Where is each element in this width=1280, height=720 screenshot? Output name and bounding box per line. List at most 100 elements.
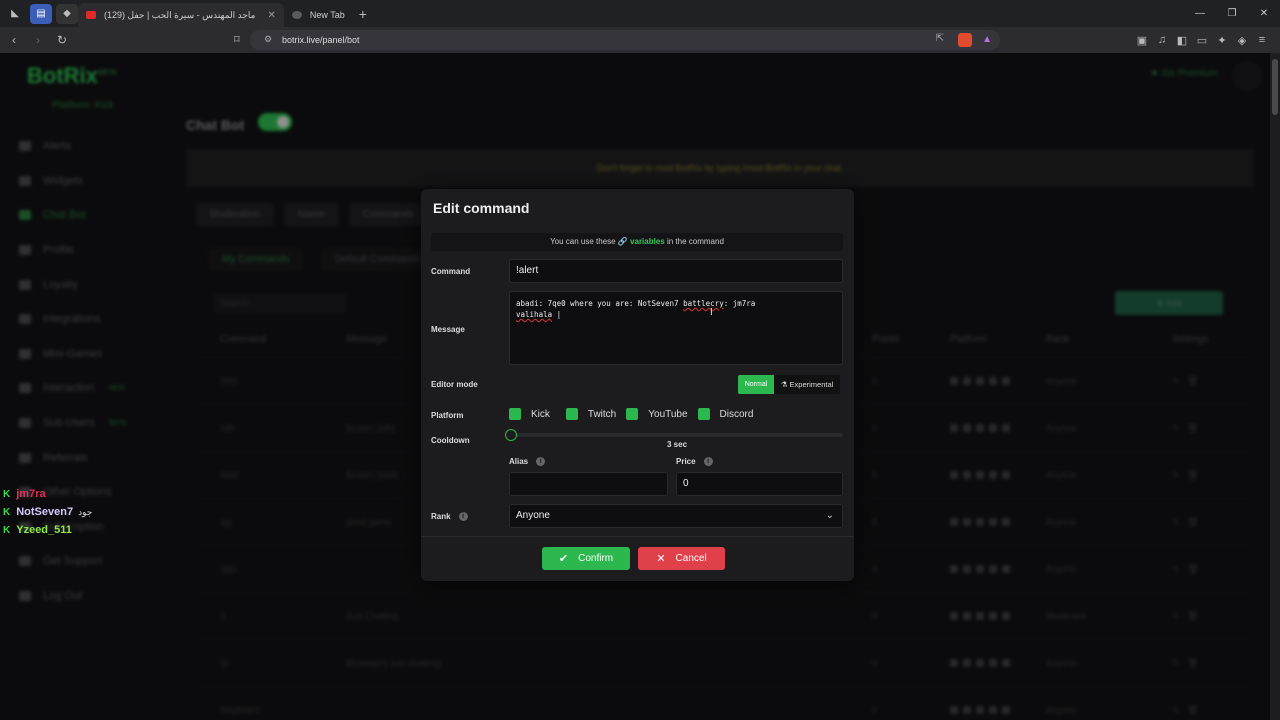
cooldown-slider[interactable] bbox=[505, 429, 843, 441]
alias-label-text: Alias bbox=[509, 457, 529, 466]
cancel-label: Cancel bbox=[675, 553, 707, 564]
browser-menu-icon[interactable]: ◣ bbox=[4, 4, 26, 24]
vpn-icon[interactable]: ▣ bbox=[1132, 34, 1152, 47]
info-icon[interactable]: i bbox=[458, 512, 468, 522]
variables-link-label: variables bbox=[630, 237, 665, 246]
shield-icon bbox=[291, 11, 302, 19]
checkbox[interactable] bbox=[565, 408, 578, 420]
platform-label-kick: Kick bbox=[531, 408, 550, 420]
variables-link[interactable]: 🔗 variables bbox=[618, 237, 665, 246]
check-icon: ✔ bbox=[558, 553, 569, 565]
chat-line: K NotSeven7 جود bbox=[3, 503, 92, 521]
slider-knob[interactable] bbox=[505, 429, 517, 441]
platform-label-discord: Discord bbox=[719, 408, 754, 420]
menu-icon[interactable]: ≡ bbox=[1252, 34, 1272, 46]
info-icon[interactable]: i bbox=[703, 457, 713, 467]
scrollbar-thumb[interactable] bbox=[1272, 59, 1278, 115]
rank-selected-value: Anyone bbox=[516, 510, 550, 521]
forward-icon[interactable]: › bbox=[28, 33, 48, 47]
confirm-label: Confirm bbox=[578, 553, 614, 564]
chat-message: جود bbox=[78, 506, 93, 517]
kick-icon: K bbox=[3, 488, 11, 500]
command-label: Command bbox=[431, 267, 471, 276]
chat-line: Kjm7ra bbox=[3, 485, 92, 503]
close-tab-icon[interactable]: ✕ bbox=[267, 10, 275, 21]
variables-hint: You can use these 🔗 variables in the com… bbox=[431, 233, 843, 251]
alias-input[interactable] bbox=[509, 472, 668, 496]
mode-normal-button[interactable]: Normal bbox=[738, 375, 774, 394]
share-icon[interactable]: ⇱ bbox=[936, 33, 944, 44]
wallet-icon[interactable]: ▭ bbox=[1192, 34, 1212, 47]
variables-hint-text: in the command bbox=[666, 237, 724, 246]
cancel-button[interactable]: ✕ Cancel bbox=[638, 547, 725, 570]
brave-shields-icon[interactable] bbox=[958, 33, 972, 47]
modal-title: Edit command bbox=[433, 200, 530, 216]
message-text: valihala bbox=[516, 310, 553, 319]
chat-username: jm7ra bbox=[16, 488, 46, 500]
rank-select[interactable]: Anyone ⌄ bbox=[509, 504, 843, 528]
close-icon: ✕ bbox=[656, 553, 666, 565]
message-textarea[interactable]: abadi: 7qe0 where you are: NotSeven7 bat… bbox=[509, 291, 843, 365]
checkbox[interactable] bbox=[509, 408, 521, 420]
info-icon[interactable]: i bbox=[536, 457, 546, 467]
confirm-button[interactable]: ✔ Confirm bbox=[542, 547, 630, 570]
sidebar-toggle-icon[interactable]: ◧ bbox=[1172, 34, 1192, 47]
rank-label-text: Rank bbox=[431, 512, 451, 521]
new-tab-button[interactable]: + bbox=[359, 6, 367, 22]
leo-ai-icon[interactable]: ✦ bbox=[1212, 34, 1232, 47]
checkbox[interactable] bbox=[697, 408, 710, 420]
stream-chat-overlay: Kjm7ra K NotSeven7 جود K Yzeed_511 bbox=[3, 485, 92, 539]
platform-label-twitch: Twitch bbox=[587, 408, 617, 420]
url-text[interactable]: botrix.live/panel/bot bbox=[282, 35, 360, 45]
browser-nav-bar: ‹ › ↻ ⌑ ⚙ botrix.live/panel/bot ⇱ ▲ ▣ ♫ … bbox=[0, 27, 1280, 53]
flask-icon: ⚗ bbox=[780, 380, 790, 389]
chat-username: Yzeed_511 bbox=[16, 524, 72, 536]
message-text: abadi: 7qe0 where you are: NotSeven7 bbox=[516, 299, 684, 308]
media-icon[interactable]: ♫ bbox=[1152, 34, 1172, 46]
platform-twitch-checkbox[interactable]: Twitch bbox=[565, 408, 617, 420]
cooldown-label: Cooldown bbox=[431, 436, 470, 445]
checkbox[interactable] bbox=[626, 408, 639, 420]
shield-icon[interactable]: ◈ bbox=[1232, 34, 1252, 47]
edit-command-modal: Edit command You can use these 🔗 variabl… bbox=[421, 189, 854, 581]
page-scrollbar[interactable] bbox=[1270, 53, 1280, 720]
sidebar-panel-icon[interactable]: ▤ bbox=[30, 3, 52, 24]
tab-new-tab[interactable]: New Tab bbox=[284, 3, 353, 27]
chevron-down-icon: ⌄ bbox=[825, 510, 834, 521]
tab-title: New Tab bbox=[309, 10, 345, 20]
bookmark-icon[interactable]: ⌑ bbox=[234, 33, 240, 46]
price-input[interactable]: 0 bbox=[676, 472, 843, 496]
message-text: battlecry bbox=[683, 299, 724, 308]
reload-icon[interactable]: ↻ bbox=[52, 33, 72, 47]
rank-label: Rank i bbox=[431, 512, 468, 522]
brave-rewards-icon[interactable]: ▲ bbox=[982, 34, 992, 45]
chat-line: K Yzeed_511 bbox=[3, 521, 92, 539]
command-input[interactable]: !alert bbox=[509, 259, 843, 283]
pinned-tab-icon[interactable]: ◆ bbox=[56, 3, 78, 24]
cooldown-value: 3 sec bbox=[667, 440, 688, 449]
restore-icon[interactable]: ❐ bbox=[1216, 0, 1248, 27]
platform-label: Platform bbox=[431, 411, 464, 420]
mode-experimental-button[interactable]: ⚗ Experimental bbox=[774, 375, 840, 394]
platform-discord-checkbox[interactable]: Discord bbox=[697, 408, 754, 420]
variables-hint-text: You can use these bbox=[550, 237, 616, 246]
browser-tab-bar: ◣ ▤ ◆ (129) ماجد المهندس - سيرة الحب | ح… bbox=[0, 0, 1280, 27]
minimize-icon[interactable]: — bbox=[1184, 0, 1216, 27]
message-text: : jm7ra bbox=[723, 299, 756, 308]
platform-kick-checkbox[interactable]: Kick bbox=[509, 408, 550, 420]
kick-icon: K bbox=[3, 506, 11, 518]
alias-label: Alias i bbox=[509, 457, 546, 467]
back-icon[interactable]: ‹ bbox=[4, 33, 24, 47]
youtube-icon bbox=[86, 11, 96, 19]
close-window-icon[interactable]: ✕ bbox=[1248, 0, 1280, 27]
browser-toolbar-right: ▣ ♫ ◧ ▭ ✦ ◈ ≡ bbox=[1132, 27, 1272, 53]
site-info-icon[interactable]: ⚙ bbox=[264, 34, 272, 45]
tab-youtube[interactable]: (129) ماجد المهندس - سيرة الحب | حفل ✕ bbox=[78, 3, 284, 27]
platform-youtube-checkbox[interactable]: YouTube bbox=[626, 408, 688, 420]
chat-username: NotSeven7 bbox=[16, 506, 74, 518]
modal-divider bbox=[421, 536, 854, 537]
address-bar[interactable]: ⌑ ⚙ botrix.live/panel/bot ⇱ ▲ bbox=[234, 30, 1000, 50]
price-label-text: Price bbox=[676, 457, 696, 466]
platform-checkboxes: Kick Twitch YouTube Discord bbox=[509, 408, 763, 420]
text-cursor-icon: I bbox=[710, 307, 713, 318]
